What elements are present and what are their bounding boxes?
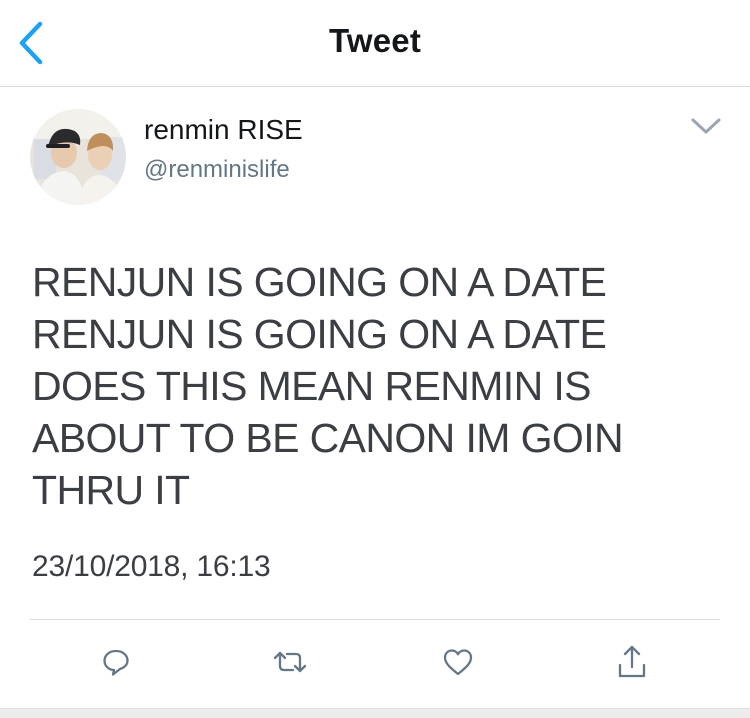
page-title: Tweet xyxy=(328,22,422,59)
tweet-line: THRU IT xyxy=(32,467,190,513)
tweet-line: DOES THIS MEAN RENMIN IS xyxy=(32,363,592,409)
share-button[interactable] xyxy=(610,640,654,684)
display-name[interactable]: renmin RISE xyxy=(144,114,303,146)
avatar[interactable] xyxy=(30,109,126,205)
header-bar: Tweet xyxy=(0,0,750,87)
user-handle[interactable]: @renminislife xyxy=(144,156,290,184)
share-icon xyxy=(618,645,646,678)
tweet-line: RENJUN IS GOING ON A DATE xyxy=(32,259,607,305)
reply-icon xyxy=(103,649,129,676)
tweet-line: ABOUT TO BE CANON IM GOIN xyxy=(32,415,624,461)
chevron-down-icon xyxy=(691,118,721,134)
heart-icon xyxy=(443,649,473,676)
tweet-timestamp: 23/10/2018, 16:13 xyxy=(32,550,271,583)
avatar-photo xyxy=(30,109,126,205)
retweet-icon xyxy=(273,651,307,673)
tweet-line: RENJUN IS GOING ON A DATE xyxy=(32,311,607,357)
tweet-text: RENJUN IS GOING ON A DATE RENJUN IS GOIN… xyxy=(32,256,732,516)
like-button[interactable] xyxy=(436,640,480,684)
divider xyxy=(30,619,720,620)
tweet-menu-button[interactable] xyxy=(688,112,724,140)
retweet-button[interactable] xyxy=(268,640,312,684)
reply-button[interactable] xyxy=(94,640,138,684)
